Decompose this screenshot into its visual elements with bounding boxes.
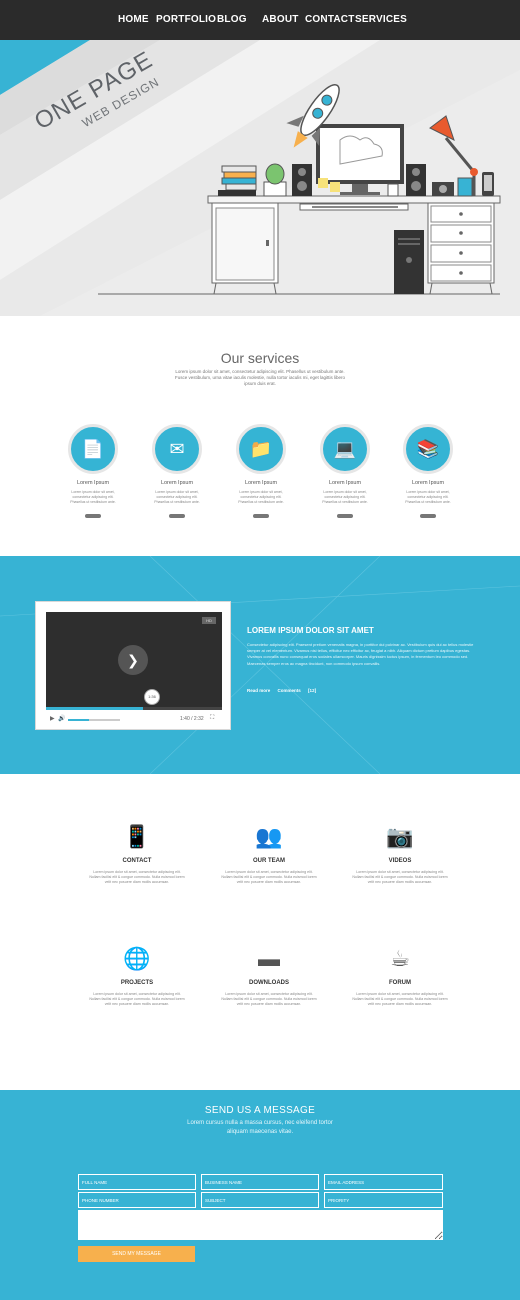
service-text: Lorem ipsum dolor sit amet, consectetur … [70, 490, 116, 504]
fullscreen-icon[interactable]: ⛶ [210, 715, 214, 722]
read-more-link[interactable]: Read more [247, 688, 270, 693]
features-section: 📱 CONTACT Lorem ipsum dolor sit amet, co… [0, 774, 520, 1090]
feature-text: Lorem ipsum dolor sit amet, consectetur … [89, 992, 185, 1006]
team-icon: 👥 [255, 824, 283, 849]
feature-item: 📷 VIDEOS Lorem ipsum dolor sit amet, con… [352, 820, 448, 885]
video-progress-fill [46, 707, 143, 710]
video-article-title: LOREM IPSUM DOLOR SIT AMET [247, 626, 374, 635]
video-progress-bar[interactable]: 1:36 [46, 689, 222, 710]
feature-text: Lorem ipsum dolor sit amet, consectetur … [352, 992, 448, 1006]
nav-item-about[interactable]: ABOUT [262, 0, 299, 40]
service-item: 💻 Lorem Ipsum Lorem ipsum dolor sit amet… [315, 424, 375, 523]
documents-icon: 📄 [68, 424, 118, 474]
service-more-button[interactable] [420, 514, 436, 518]
services-description: Lorem ipsum dolor sit amet, consectetur … [174, 369, 346, 386]
services-title: Our services [220, 350, 300, 366]
folder-icon: 📁 [236, 424, 286, 474]
contact-section: SEND US A MESSAGE Lorem cursus nulla a m… [0, 1090, 520, 1300]
coffee-cup-icon: ☕ [390, 946, 410, 971]
usb-drive-icon: ▬ [258, 946, 280, 971]
globe-icon: 🌐 [123, 946, 151, 971]
top-navigation: HOME PORTFOLIO BLOG ABOUT CONTACT SERVIC… [0, 0, 520, 40]
contact-subtitle: Lorem cursus nulla a massa cursus, nec e… [0, 1119, 520, 1137]
feature-item: ☕ FORUM Lorem ipsum dolor sit amet, cons… [352, 942, 448, 1007]
volume-icon[interactable]: 🔊 [58, 715, 65, 722]
subject-field[interactable] [201, 1192, 319, 1208]
nav-item-portfolio[interactable]: PORTFOLIO [156, 0, 216, 40]
contact-subtitle-line-1: Lorem cursus nulla a massa cursus, nec e… [187, 1120, 333, 1126]
nav-item-contact[interactable]: CONTACT [305, 0, 355, 40]
hd-badge: HD [202, 617, 216, 624]
nav-item-home[interactable]: HOME [118, 0, 149, 40]
service-text: Lorem ipsum dolor sit amet, consectetur … [238, 490, 284, 504]
service-more-button[interactable] [85, 514, 101, 518]
full-name-field[interactable] [78, 1174, 196, 1190]
feature-item: 🌐 PROJECTS Lorem ipsum dolor sit amet, c… [89, 942, 185, 1007]
video-player[interactable]: HD ❯ 1:36 ▶ 🔊 1:40 / 2:32 ⛶ [35, 601, 231, 730]
service-text: Lorem ipsum dolor sit amet, consectetur … [322, 490, 368, 504]
feature-item: 📱 CONTACT Lorem ipsum dolor sit amet, co… [89, 820, 185, 885]
feature-title: PROJECTS [120, 980, 154, 986]
video-screen[interactable]: HD ❯ 1:36 [46, 612, 222, 710]
video-controls: ▶ 🔊 1:40 / 2:32 ⛶ [46, 714, 222, 726]
feature-title: VIDEOS [388, 858, 412, 864]
comments-link[interactable]: Comments [278, 688, 301, 693]
service-text: Lorem ipsum dolor sit amet, consectetur … [154, 490, 200, 504]
volume-fill [68, 719, 89, 721]
service-item: 📁 Lorem Ipsum Lorem ipsum dolor sit amet… [231, 424, 291, 523]
service-more-button[interactable] [169, 514, 185, 518]
feature-text: Lorem ipsum dolor sit amet, consectetur … [352, 870, 448, 884]
books-icon: 📚 [403, 424, 453, 474]
camera-icon: 📷 [386, 824, 414, 849]
nav-item-services[interactable]: SERVICES [355, 0, 407, 40]
desk-illustration [98, 84, 501, 295]
hero-banner: ONE PAGE WEB DESIGN [0, 40, 520, 316]
email-field[interactable] [324, 1174, 443, 1190]
phone-icon: 📱 [123, 824, 151, 849]
service-item: 📄 Lorem Ipsum Lorem ipsum dolor sit amet… [63, 424, 123, 523]
business-name-field[interactable] [201, 1174, 319, 1190]
feature-title: FORUM [389, 980, 411, 986]
play-small-icon[interactable]: ▶ [50, 715, 55, 722]
mail-icon: ✉ [152, 424, 202, 474]
page: HOME PORTFOLIO BLOG ABOUT CONTACT SERVIC… [0, 0, 520, 1300]
monitor-icon: 💻 [320, 424, 370, 474]
video-article-links: Read more Comments [12] [247, 688, 322, 693]
feature-title: OUR TEAM [253, 858, 285, 864]
service-text: Lorem ipsum dolor sit amet, consectetur … [405, 490, 451, 504]
service-title: Lorem Ipsum [76, 480, 110, 486]
feature-text: Lorem ipsum dolor sit amet, consectetur … [221, 870, 317, 884]
message-field[interactable] [78, 1210, 443, 1240]
service-title: Lorem Ipsum [244, 480, 278, 486]
feature-text: Lorem ipsum dolor sit amet, consectetur … [221, 992, 317, 1006]
nav-item-blog[interactable]: BLOG [217, 0, 247, 40]
phone-field[interactable] [78, 1192, 196, 1208]
feature-item: ▬ DOWNLOADS Lorem ipsum dolor sit amet, … [221, 942, 317, 1007]
service-more-button[interactable] [253, 514, 269, 518]
video-article-text: Consectetur adipiscing elit. Praesent pr… [247, 642, 474, 666]
feature-title: DOWNLOADS [249, 980, 289, 986]
feature-text: Lorem ipsum dolor sit amet, consectetur … [89, 870, 185, 884]
send-message-button[interactable]: SEND MY MESSAGE [78, 1246, 195, 1262]
service-item: 📚 Lorem Ipsum Lorem ipsum dolor sit amet… [398, 424, 458, 523]
play-icon[interactable]: ❯ [118, 645, 148, 675]
feature-item: 👥 OUR TEAM Lorem ipsum dolor sit amet, c… [221, 820, 317, 885]
contact-title: SEND US A MESSAGE [204, 1105, 316, 1116]
service-more-button[interactable] [337, 514, 353, 518]
service-title: Lorem Ipsum [411, 480, 445, 486]
priority-field[interactable] [324, 1192, 443, 1208]
video-progress-thumb[interactable]: 1:36 [144, 689, 160, 705]
feature-title: CONTACT [122, 858, 152, 864]
contact-subtitle-line-2: aliquam maecenas vitae. [226, 1129, 294, 1135]
video-section: HD ❯ 1:36 ▶ 🔊 1:40 / 2:32 ⛶ LOREM IPSUM … [0, 556, 520, 774]
comments-count: [12] [308, 688, 317, 693]
video-time: 1:40 / 2:32 [180, 716, 204, 722]
volume-slider[interactable] [68, 719, 120, 721]
services-section: Our services Lorem ipsum dolor sit amet,… [0, 316, 520, 556]
service-title: Lorem Ipsum [160, 480, 194, 486]
service-title: Lorem Ipsum [328, 480, 362, 486]
service-item: ✉ Lorem Ipsum Lorem ipsum dolor sit amet… [147, 424, 207, 523]
